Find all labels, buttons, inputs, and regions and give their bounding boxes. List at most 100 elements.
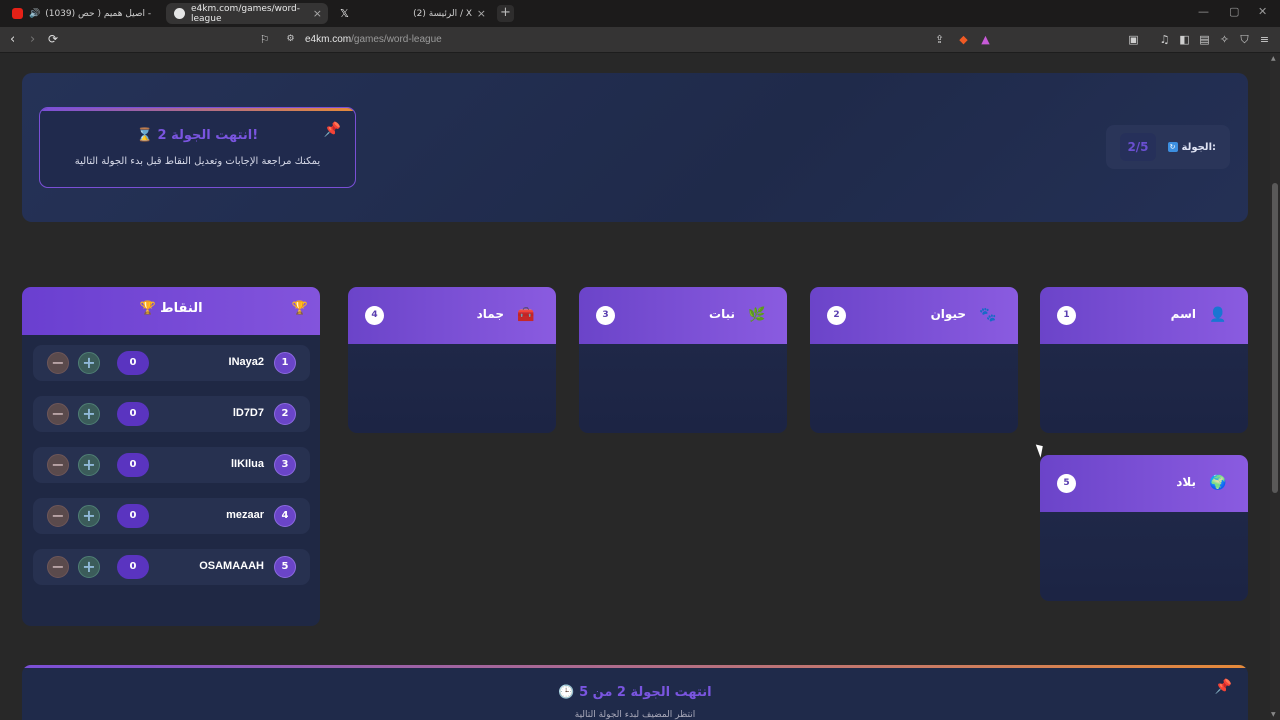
player-rank: 4	[274, 505, 296, 527]
tab-youtube[interactable]: 🔊 (1039) الظروف - أصيل هميم ( حص	[4, 3, 162, 24]
toolbox-icon: 🧰	[517, 307, 535, 323]
address-bar[interactable]: e4km.com/games/word-league	[305, 34, 442, 45]
refresh-icon: ↻	[1167, 142, 1178, 152]
category-card-country: 5 بلاد 🌍	[1040, 455, 1248, 601]
round-label: الجولة:	[1181, 141, 1216, 153]
notice-subtitle: يمكنك مراجعة الإجابات وتعديل النقاط قبل …	[74, 156, 321, 167]
player-rank: 1	[274, 352, 296, 374]
plant-icon: 🌿	[748, 307, 766, 323]
player-rank: 3	[274, 454, 296, 476]
category-number: 3	[596, 306, 615, 325]
menu-icon[interactable]: ≡	[1258, 33, 1271, 46]
remove-point-button[interactable]: −	[47, 454, 69, 476]
share-icon[interactable]: ⇪	[933, 33, 946, 46]
vpn-icon[interactable]: ⛉	[1238, 33, 1251, 46]
remove-point-button[interactable]: −	[47, 352, 69, 374]
category-card-object: 4 جماد 🧰	[348, 287, 556, 433]
new-tab-button[interactable]: +	[497, 5, 514, 22]
player-score: 0	[117, 351, 149, 375]
youtube-icon	[12, 8, 23, 19]
notice-title: ⌛ انتهت الجولة 2!	[136, 128, 259, 143]
category-name: جماد	[476, 307, 504, 321]
scores-header: 🏆 النقاط 🏆	[22, 287, 320, 335]
category-number: 1	[1057, 306, 1076, 325]
gradient-bar	[40, 108, 355, 111]
tab-title: e4km.com/games/word-league	[191, 3, 300, 24]
paw-icon: 🐾	[979, 307, 997, 323]
player-row: 3 lIKIlua 0 + −	[33, 447, 310, 483]
speaker-icon[interactable]: 🔊	[29, 9, 40, 19]
tab-word-league[interactable]: e4km.com/games/word-league ×	[166, 3, 328, 24]
category-name: حيوان	[930, 307, 966, 321]
back-icon[interactable]: ‹	[10, 32, 15, 47]
banner-title: 🕒 انتهت الجولة 2 من 5	[558, 685, 712, 700]
maximize-icon[interactable]: ▢	[1229, 5, 1239, 18]
scores-panel: 🏆 النقاط 🏆 1 INaya2 0 + − 2 lD7D7 0 + − …	[22, 287, 320, 626]
forward-icon[interactable]: ›	[30, 32, 35, 47]
player-score: 0	[117, 555, 149, 579]
globe-icon	[174, 8, 185, 19]
player-score: 0	[117, 504, 149, 528]
screenshot-icon[interactable]: ▣	[1127, 33, 1140, 46]
globe-icon: 🌍	[1209, 475, 1227, 491]
player-row: 5 OSAMAAAH 0 + −	[33, 549, 310, 585]
category-number: 5	[1057, 474, 1076, 493]
player-row: 1 INaya2 0 + −	[33, 345, 310, 381]
category-name: بلاد	[1176, 475, 1196, 489]
add-point-button[interactable]: +	[78, 505, 100, 527]
tab-bar: 🔊 (1039) الظروف - أصيل هميم ( حص e4km.co…	[0, 0, 1280, 27]
category-header: 2 حيوان 🐾	[810, 287, 1018, 344]
category-card-plant: 3 نبات 🌿	[579, 287, 787, 433]
player-row: 4 mezaar 0 + −	[33, 498, 310, 534]
tab-title: (2) الرئيسة / X	[413, 8, 472, 19]
add-point-button[interactable]: +	[78, 352, 100, 374]
page-scrollbar[interactable]: ▲ ▼	[1270, 53, 1280, 720]
tab-title: (1039) الظروف - أصيل هميم ( حص	[45, 8, 154, 19]
scroll-down-icon[interactable]: ▼	[1271, 711, 1276, 718]
media-icon[interactable]: ♫	[1158, 33, 1171, 46]
site-info-icon[interactable]: ⚙	[284, 33, 297, 46]
player-name: OSAMAAAH	[199, 560, 264, 572]
category-header: 4 جماد 🧰	[348, 287, 556, 344]
game-header: 📌 ⌛ انتهت الجولة 2! يمكنك مراجعة الإجابا…	[22, 73, 1248, 222]
category-card-name: 1 اسم 👤	[1040, 287, 1248, 433]
remove-point-button[interactable]: −	[47, 556, 69, 578]
round-indicator: 2/5 ↻ الجولة:	[1106, 125, 1230, 169]
rewards-icon[interactable]: ▲	[979, 33, 992, 46]
player-score: 0	[117, 402, 149, 426]
url-domain: e4km.com	[305, 34, 352, 45]
player-rank: 5	[274, 556, 296, 578]
tab-x[interactable]: 𝕏 (2) الرئيسة / X ×	[332, 3, 492, 24]
remove-point-button[interactable]: −	[47, 505, 69, 527]
player-row: 2 lD7D7 0 + −	[33, 396, 310, 432]
mouse-cursor	[1035, 442, 1047, 458]
brave-shield-icon[interactable]: ◆	[957, 33, 970, 46]
add-point-button[interactable]: +	[78, 556, 100, 578]
close-window-icon[interactable]: ✕	[1258, 5, 1267, 18]
category-name: نبات	[709, 307, 735, 321]
category-header: 1 اسم 👤	[1040, 287, 1248, 344]
round-value: 2/5	[1120, 133, 1156, 161]
person-icon: 👤	[1209, 307, 1227, 323]
remove-point-button[interactable]: −	[47, 403, 69, 425]
scroll-up-icon[interactable]: ▲	[1271, 55, 1276, 62]
close-tab-icon[interactable]: ×	[477, 7, 486, 20]
player-rank: 2	[274, 403, 296, 425]
category-header: 5 بلاد 🌍	[1040, 455, 1248, 512]
url-path: /games/word-league	[351, 34, 442, 45]
page-content: 📌 ⌛ انتهت الجولة 2! يمكنك مراجعة الإجابا…	[0, 53, 1270, 720]
reload-icon[interactable]: ⟳	[48, 32, 58, 46]
close-tab-icon[interactable]: ×	[313, 7, 322, 20]
minimize-icon[interactable]: —	[1198, 5, 1209, 18]
add-point-button[interactable]: +	[78, 403, 100, 425]
scrollbar-thumb[interactable]	[1272, 183, 1278, 493]
wallet-icon[interactable]: ▤	[1198, 33, 1211, 46]
sidebar-icon[interactable]: ◧	[1178, 33, 1191, 46]
round-ended-notice: 📌 ⌛ انتهت الجولة 2! يمكنك مراجعة الإجابا…	[39, 107, 356, 188]
toolbar: ‹ › ⟳ ⚐ ⚙ e4km.com/games/word-league ⇪ ◆…	[0, 27, 1280, 53]
bookmark-icon[interactable]: ⚐	[258, 33, 271, 46]
add-point-button[interactable]: +	[78, 454, 100, 476]
leo-icon[interactable]: ✧	[1218, 33, 1231, 46]
gradient-bar	[22, 665, 1248, 668]
scores-title: 🏆 النقاط	[139, 301, 203, 316]
